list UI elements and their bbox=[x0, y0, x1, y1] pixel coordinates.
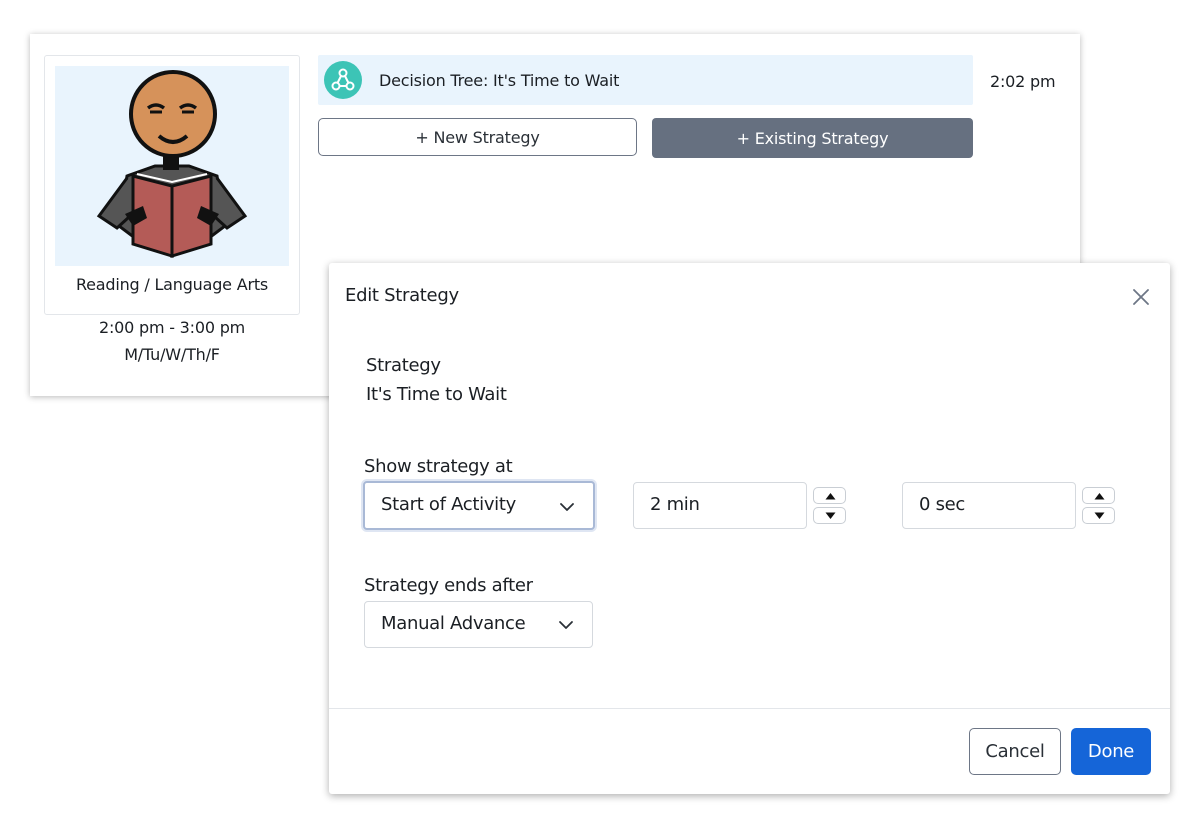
seconds-value: 0 sec bbox=[919, 494, 966, 515]
caret-up-icon bbox=[1094, 493, 1105, 500]
show-strategy-at-label: Show strategy at bbox=[364, 456, 513, 477]
decision-tree-icon bbox=[324, 61, 362, 99]
caret-up-icon bbox=[825, 493, 836, 500]
activity-time: 2:00 pm - 3:00 pm bbox=[98, 318, 246, 337]
show-strategy-at-select[interactable]: Start of Activity bbox=[363, 481, 595, 530]
strategy-row[interactable]: Decision Tree: It's Time to Wait bbox=[318, 55, 973, 105]
cancel-button[interactable]: Cancel bbox=[969, 728, 1061, 775]
strategy-time: 2:02 pm bbox=[990, 72, 1056, 91]
seconds-input[interactable]: 0 sec bbox=[902, 482, 1076, 529]
activity-image bbox=[55, 66, 289, 266]
activity-tile[interactable]: Reading / Language Arts bbox=[44, 55, 300, 315]
strategy-ends-after-label: Strategy ends after bbox=[364, 575, 533, 596]
show-strategy-at-value: Start of Activity bbox=[381, 494, 516, 515]
reading-person-icon bbox=[96, 70, 248, 259]
new-strategy-button[interactable]: + New Strategy bbox=[318, 118, 637, 156]
close-icon[interactable] bbox=[1129, 285, 1153, 309]
caret-down-icon bbox=[1094, 512, 1105, 519]
strategy-ends-after-select[interactable]: Manual Advance bbox=[364, 601, 593, 648]
activity-label: Reading / Language Arts bbox=[75, 275, 269, 294]
minutes-increment-button[interactable] bbox=[813, 487, 846, 504]
modal-title: Edit Strategy bbox=[345, 285, 459, 306]
strategy-ends-after-value: Manual Advance bbox=[381, 613, 526, 634]
modal-footer-divider bbox=[329, 708, 1170, 709]
strategy-value: It's Time to Wait bbox=[366, 384, 507, 405]
activity-days: M/Tu/W/Th/F bbox=[124, 345, 220, 364]
existing-strategy-button[interactable]: + Existing Strategy bbox=[652, 118, 973, 158]
done-button[interactable]: Done bbox=[1071, 728, 1151, 775]
strategy-title: Decision Tree: It's Time to Wait bbox=[379, 71, 620, 90]
minutes-value: 2 min bbox=[650, 494, 700, 515]
minutes-decrement-button[interactable] bbox=[813, 507, 846, 524]
minutes-input[interactable]: 2 min bbox=[633, 482, 807, 529]
caret-down-icon bbox=[825, 512, 836, 519]
seconds-increment-button[interactable] bbox=[1082, 487, 1115, 504]
chevron-down-icon bbox=[559, 621, 573, 629]
seconds-decrement-button[interactable] bbox=[1082, 507, 1115, 524]
chevron-down-icon bbox=[560, 503, 574, 511]
strategy-label: Strategy bbox=[366, 355, 441, 376]
edit-strategy-modal: Edit Strategy Strategy It's Time to Wait… bbox=[329, 263, 1170, 794]
